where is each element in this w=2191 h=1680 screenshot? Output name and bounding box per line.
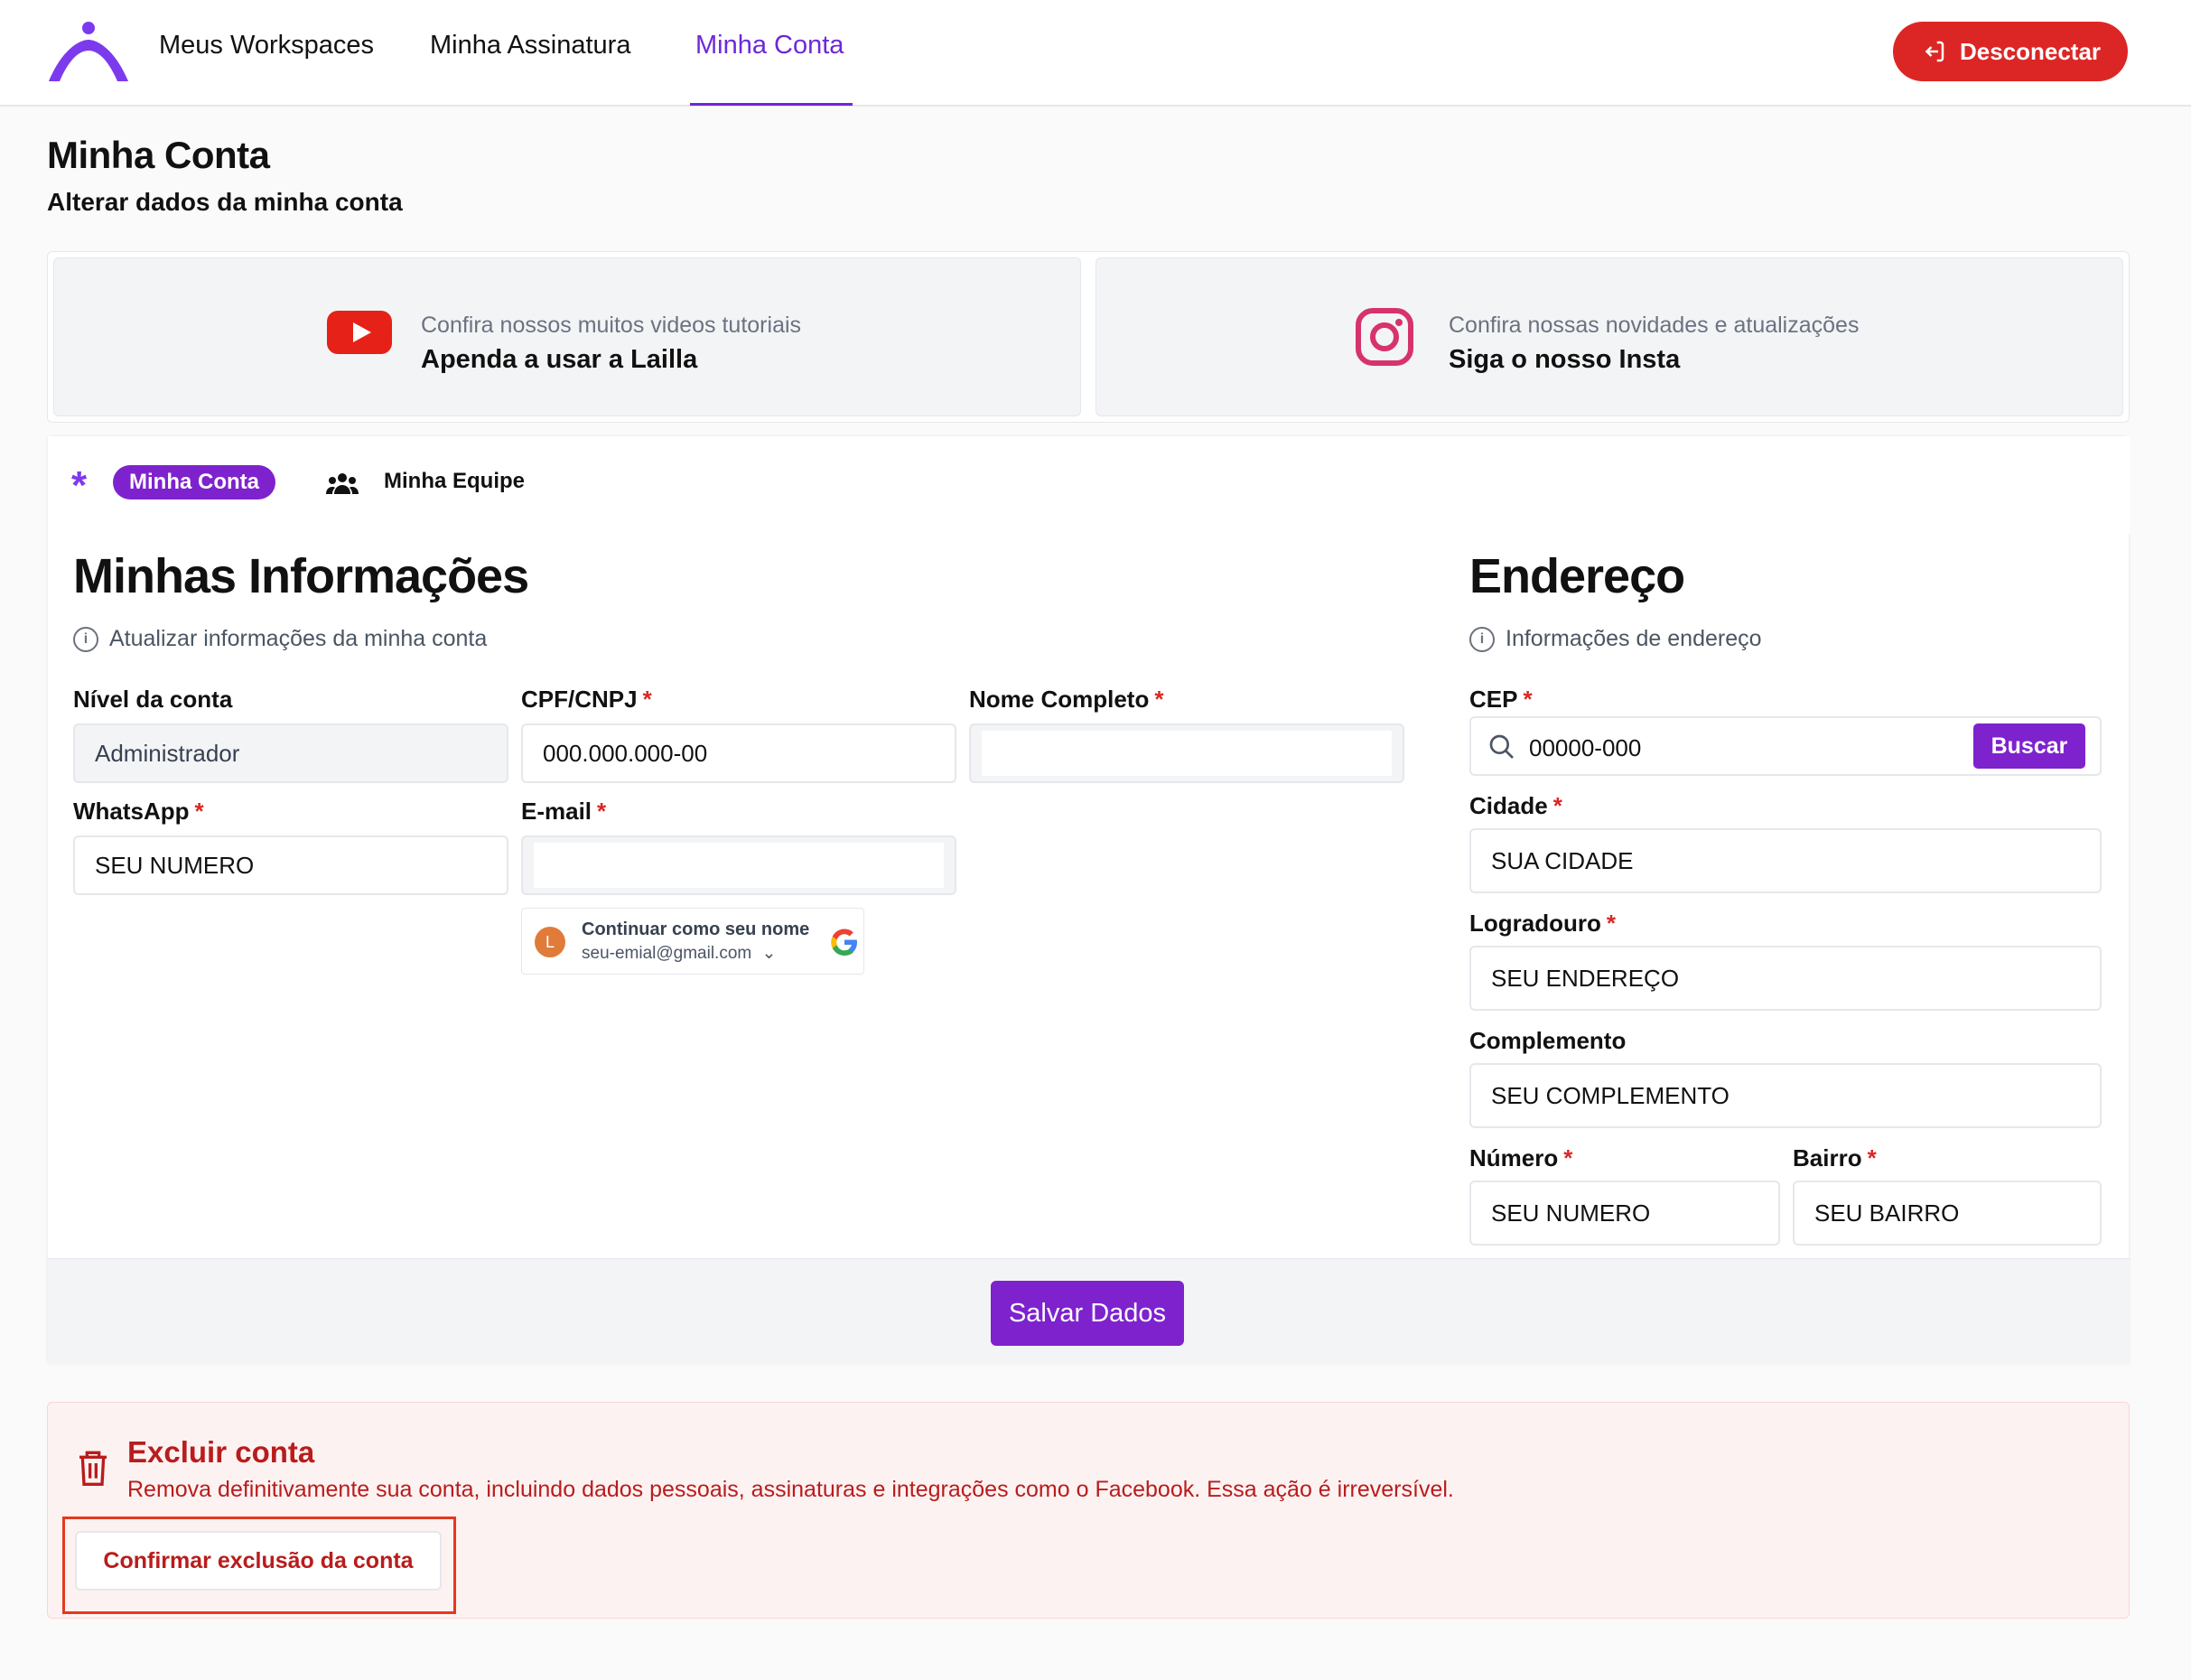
google-chip-email-text: seu-emial@gmail.com <box>582 944 752 963</box>
logout-button[interactable]: Desconectar <box>1893 22 2128 81</box>
whatsapp-label-text: WhatsApp <box>73 798 190 825</box>
tab-my-account[interactable]: Minha Conta <box>113 465 275 499</box>
nav-my-account[interactable]: Minha Conta <box>695 31 844 107</box>
page-title: Minha Conta <box>47 134 270 176</box>
cpf-label: CPF/CNPJ * <box>521 686 652 714</box>
cep-label: CEP * <box>1469 686 1533 714</box>
account-card: * Minha Conta Minha Equipe Minhas Inform… <box>47 435 2130 1365</box>
asterisk-icon: * <box>71 463 88 508</box>
city-input[interactable]: SUA CIDADE <box>1469 828 2102 893</box>
required-mark: * <box>194 798 204 825</box>
number-input[interactable]: SEU NUMERO <box>1469 1181 1780 1246</box>
required-mark: * <box>1563 1144 1573 1171</box>
search-icon <box>1489 734 1514 759</box>
nav-my-workspaces[interactable]: Meus Workspaces <box>159 31 374 107</box>
cpf-label-text: CPF/CNPJ <box>521 686 638 713</box>
confirm-delete-account-button[interactable]: Confirmar exclusão da conta <box>75 1531 442 1591</box>
account-level-label: Nível da conta <box>73 686 233 713</box>
district-label-text: Bairro <box>1793 1144 1862 1171</box>
info-section-subtitle: i Atualizar informações da minha conta <box>73 626 487 652</box>
instagram-icon <box>1356 308 1413 366</box>
email-label: E-mail * <box>521 798 606 826</box>
required-mark: * <box>1606 910 1616 937</box>
required-mark: * <box>1523 686 1533 713</box>
complement-input[interactable]: SEU COMPLEMENTO <box>1469 1063 2102 1128</box>
required-mark: * <box>1552 792 1562 819</box>
youtube-icon <box>327 311 392 354</box>
full-name-label: Nome Completo * <box>969 686 1163 714</box>
save-button[interactable]: Salvar Dados <box>991 1281 1184 1346</box>
team-icon <box>326 473 359 494</box>
district-label: Bairro * <box>1793 1144 1877 1172</box>
promo-instagram-card[interactable]: Confira nossas novidades e atualizações … <box>1096 257 2123 416</box>
info-icon: i <box>1469 626 1495 652</box>
email-input[interactable] <box>521 835 956 895</box>
address-subtitle-text: Informações de endereço <box>1506 626 1762 651</box>
whatsapp-input[interactable]: SEU NUMERO <box>73 835 508 895</box>
street-input[interactable]: SEU ENDEREÇO <box>1469 946 2102 1011</box>
save-bar: Salvar Dados <box>48 1258 2130 1365</box>
required-mark: * <box>1867 1144 1877 1171</box>
nav-active-indicator <box>690 103 853 106</box>
delete-account-description: Remova definitivamente sua conta, inclui… <box>127 1477 1454 1502</box>
complement-label: Complemento <box>1469 1027 1627 1054</box>
trash-icon <box>79 1451 107 1486</box>
logout-label: Desconectar <box>1959 37 2102 65</box>
avatar: L <box>535 927 565 957</box>
promo-section: Confira nossos muitos videos tutoriais A… <box>47 251 2130 423</box>
delete-account-title: Excluir conta <box>127 1435 315 1469</box>
required-mark: * <box>642 686 652 713</box>
info-icon: i <box>73 626 98 652</box>
google-chip-email: seu-emial@gmail.com ⌄ <box>582 943 776 964</box>
full-name-input-box <box>982 731 1392 776</box>
cpf-input[interactable]: 000.000.000-00 <box>521 723 956 783</box>
chevron-down-icon: ⌄ <box>761 944 777 963</box>
tab-my-team[interactable]: Minha Equipe <box>384 469 525 494</box>
cep-value: 00000-000 <box>1529 734 1642 761</box>
cep-input[interactable]: 00000-000 Buscar <box>1469 716 2102 776</box>
delete-account-section: Excluir conta Remova definitivamente sua… <box>47 1402 2130 1619</box>
info-subtitle-text: Atualizar informações da minha conta <box>109 626 488 651</box>
page-subtitle: Alterar dados da minha conta <box>47 188 403 216</box>
promo-youtube-subtitle: Confira nossos muitos videos tutoriais <box>421 313 802 338</box>
promo-instagram-subtitle: Confira nossas novidades e atualizações <box>1449 313 1860 338</box>
email-label-text: E-mail <box>521 798 592 825</box>
required-mark: * <box>1154 686 1164 713</box>
number-label-text: Número <box>1469 1144 1559 1171</box>
full-name-label-text: Nome Completo <box>969 686 1150 713</box>
whatsapp-label: WhatsApp * <box>73 798 204 826</box>
cep-label-text: CEP <box>1469 686 1518 713</box>
app-logo-icon[interactable] <box>45 20 132 83</box>
number-label: Número * <box>1469 1144 1572 1172</box>
promo-youtube-card[interactable]: Confira nossos muitos videos tutoriais A… <box>53 257 1081 416</box>
nav-my-subscription[interactable]: Minha Assinatura <box>430 31 630 107</box>
district-input[interactable]: SEU BAIRRO <box>1793 1181 2102 1246</box>
street-label: Logradouro * <box>1469 910 1616 938</box>
google-icon <box>831 929 857 956</box>
google-chip-name: Continuar como seu nome <box>582 919 810 939</box>
logout-icon <box>1925 41 1944 62</box>
address-section-title: Endereço <box>1469 549 1685 603</box>
street-label-text: Logradouro <box>1469 910 1601 937</box>
tabs-bar: * Minha Conta Minha Equipe <box>48 436 2130 534</box>
required-mark: * <box>597 798 607 825</box>
city-label-text: Cidade <box>1469 792 1548 819</box>
top-navbar: Meus Workspaces Minha Assinatura Minha C… <box>0 0 2191 107</box>
account-level-field: Administrador <box>73 723 508 783</box>
email-input-box <box>534 843 944 888</box>
promo-youtube-title: Apenda a usar a Lailla <box>421 345 698 374</box>
info-section-title: Minhas Informações <box>73 549 529 603</box>
address-section-subtitle: i Informações de endereço <box>1469 626 1762 652</box>
city-label: Cidade * <box>1469 792 1562 820</box>
search-cep-button[interactable]: Buscar <box>1973 723 2085 769</box>
full-name-input[interactable] <box>969 723 1404 783</box>
promo-instagram-title: Siga o nosso Insta <box>1449 345 1681 374</box>
google-one-tap-chip[interactable]: L Continuar como seu nome seu-emial@gmai… <box>521 908 864 975</box>
